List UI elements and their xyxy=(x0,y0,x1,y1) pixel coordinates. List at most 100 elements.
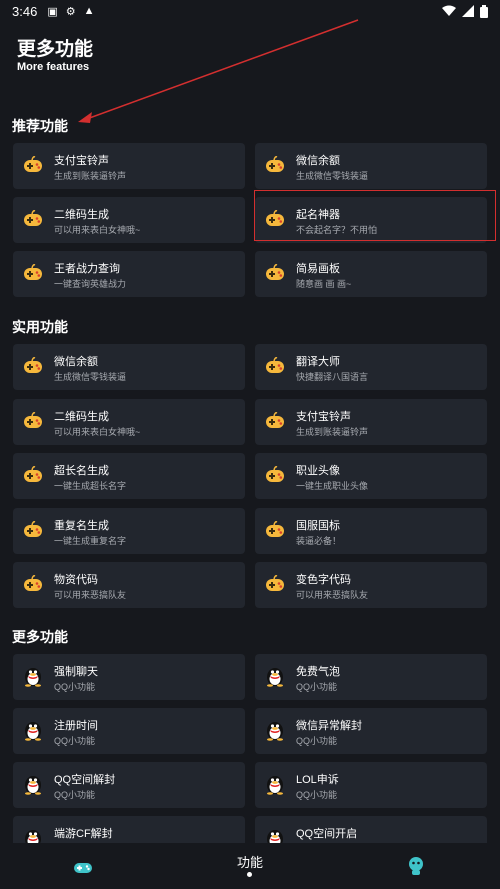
qq-penguin-icon xyxy=(25,668,41,687)
feature-desc: QQ小功能 xyxy=(296,790,338,800)
feature-title: 超长名生成 xyxy=(54,465,109,477)
feature-desc: 生成微信零钱装逼 xyxy=(54,372,127,382)
qq-penguin-icon xyxy=(267,668,283,687)
feature-card[interactable]: LOL申诉 QQ小功能 xyxy=(255,762,487,808)
feature-title: LOL申诉 xyxy=(296,774,339,786)
section-title: 推荐功能 xyxy=(12,118,68,134)
feature-desc: 随意画 画 画~ xyxy=(296,279,352,289)
feature-title: 微信余额 xyxy=(296,155,340,167)
feature-desc: 生成到账装逼铃声 xyxy=(296,426,369,437)
gamepad-icon xyxy=(266,156,284,172)
feature-title: 变色字代码 xyxy=(296,574,351,586)
feature-title: 强制聊天 xyxy=(54,666,98,678)
feature-title: 微信异常解封 xyxy=(296,720,362,732)
gamepad-icon xyxy=(24,411,42,428)
feature-title: 简易画板 xyxy=(296,263,340,275)
gamepad-icon xyxy=(24,575,42,591)
feature-card[interactable]: 翻译大师快捷翻译八国语言 xyxy=(255,344,487,390)
gamepad-icon xyxy=(24,466,42,482)
feature-title: 注册时间 xyxy=(54,720,98,732)
feature-desc: 快捷翻译八国语言 xyxy=(296,372,369,382)
gamepad-icon xyxy=(24,156,42,172)
feature-card[interactable]: 简易画板随意画 画 画~ xyxy=(255,251,487,297)
feature-card[interactable]: 免费气泡 QQ小功能 xyxy=(255,654,487,700)
signal-icon xyxy=(462,5,474,17)
feature-card[interactable]: 微信异常解封 QQ小功能 xyxy=(255,708,487,754)
feature-desc: QQ小功能 xyxy=(54,790,96,800)
feature-title: 起名神器 xyxy=(296,209,340,221)
feature-card[interactable]: 物资代码可以用来恶搞队友 xyxy=(13,562,245,608)
feature-title: 端游CF解封 xyxy=(54,828,113,840)
gamepad-icon xyxy=(266,466,284,482)
feature-desc: 一键生成超长名字 xyxy=(54,481,127,491)
feature-title: QQ空间解封 xyxy=(54,774,116,786)
feature-title: 翻译大师 xyxy=(296,356,340,368)
feature-title: QQ空间开启 xyxy=(296,828,358,840)
app-notification-icon: ▲ xyxy=(83,5,95,17)
feature-desc: 一键生成职业头像 xyxy=(296,481,369,491)
feature-desc: 可以用来表白女神哦~ xyxy=(54,225,141,235)
feature-card[interactable]: 国服国标装逼必备！ xyxy=(255,507,487,554)
feature-card[interactable]: 注册时间 QQ小功能 xyxy=(13,708,245,754)
feature-card[interactable]: 二维码生成可以用来表白女神哦~ xyxy=(13,398,245,445)
gamepad-icon xyxy=(24,357,42,373)
feature-card[interactable]: 职业头像一键生成职业头像 xyxy=(255,453,487,499)
feature-card[interactable]: QQ空间解封 QQ小功能 xyxy=(13,762,245,808)
qq-penguin-icon xyxy=(267,776,283,795)
feature-desc: 一键生成重复名字 xyxy=(54,535,127,546)
status-bar: 3:46 ▣ ⚙ ▲ xyxy=(0,0,500,22)
nav-active-indicator xyxy=(247,872,252,877)
image-notification-icon: ▣ xyxy=(47,5,58,18)
gamepad-icon xyxy=(266,210,284,226)
feature-title: 国服国标 xyxy=(296,519,340,532)
gamepad-icon xyxy=(266,411,284,428)
feature-card[interactable]: 王者战力查询 一键查询英雄战力 xyxy=(13,251,245,297)
gamepad-icon xyxy=(266,520,284,537)
gamepad-icon xyxy=(266,264,284,280)
feature-title: 王者战力查询 xyxy=(54,263,120,275)
feature-desc: 生成到账装逼铃声 xyxy=(54,171,127,181)
feature-desc: QQ小功能 xyxy=(54,736,96,746)
feature-title: 职业头像 xyxy=(296,465,340,477)
feature-desc: 可以用来表白女神哦~ xyxy=(54,426,141,437)
robot-nav-icon[interactable] xyxy=(406,855,426,877)
gamepad-icon xyxy=(266,575,284,591)
gamepad-icon xyxy=(24,264,42,280)
feature-card[interactable]: 微信余额 生成微信零钱装逼 xyxy=(13,344,245,390)
feature-desc: 可以用来恶搞队友 xyxy=(296,590,369,600)
feature-card[interactable]: 重复名生成一键生成重复名字 xyxy=(13,507,245,554)
feature-desc: QQ小功能 xyxy=(296,736,338,746)
section-title: 更多功能 xyxy=(12,629,68,645)
feature-title: 二维码生成 xyxy=(54,209,109,221)
qq-penguin-icon xyxy=(25,722,41,741)
feature-card[interactable]: 支付宝铃声生成到账装逼铃声 xyxy=(13,143,245,189)
gamepad-icon xyxy=(24,520,42,537)
feature-card[interactable]: 微信余额生成微信零钱装逼 xyxy=(255,143,487,189)
feature-title: 二维码生成 xyxy=(54,410,109,423)
feature-desc: QQ小功能 xyxy=(54,682,96,692)
page-title: 更多功能 xyxy=(17,39,94,60)
section-title: 实用功能 xyxy=(12,319,68,335)
feature-desc: 生成微信零钱装逼 xyxy=(296,171,369,181)
feature-title: 物资代码 xyxy=(54,574,98,586)
feature-card[interactable]: 起名神器不会起名字？不用怕 xyxy=(255,197,487,243)
feature-title: 重复名生成 xyxy=(54,519,109,532)
feature-title: 支付宝铃声 xyxy=(296,410,351,423)
feature-card[interactable]: 支付宝铃声生成到账装逼铃声 xyxy=(255,398,487,445)
bottom-nav: 功能 xyxy=(0,843,500,889)
feature-card[interactable]: 二维码生成可以用来表白女神哦~ xyxy=(13,197,245,243)
feature-title: 支付宝铃声 xyxy=(54,155,109,167)
qq-penguin-icon xyxy=(267,722,283,741)
battery-icon xyxy=(480,4,488,18)
wifi-icon xyxy=(442,5,456,16)
feature-desc: QQ小功能 xyxy=(296,682,338,692)
feature-desc: 一键查询英雄战力 xyxy=(54,279,127,289)
feature-card[interactable]: 变色字代码可以用来恶搞队友 xyxy=(255,562,487,608)
feature-desc: 可以用来恶搞队友 xyxy=(54,590,127,600)
feature-card[interactable]: 超长名生成一键生成超长名字 xyxy=(13,453,245,499)
feature-desc: 不会起名字？不用怕 xyxy=(296,225,378,235)
feature-desc: 装逼必备！ xyxy=(296,535,342,546)
feature-card[interactable]: 强制聊天 QQ小功能 xyxy=(13,654,245,700)
qq-penguin-icon xyxy=(25,776,41,795)
settings-notification-icon: ⚙ xyxy=(65,5,76,18)
